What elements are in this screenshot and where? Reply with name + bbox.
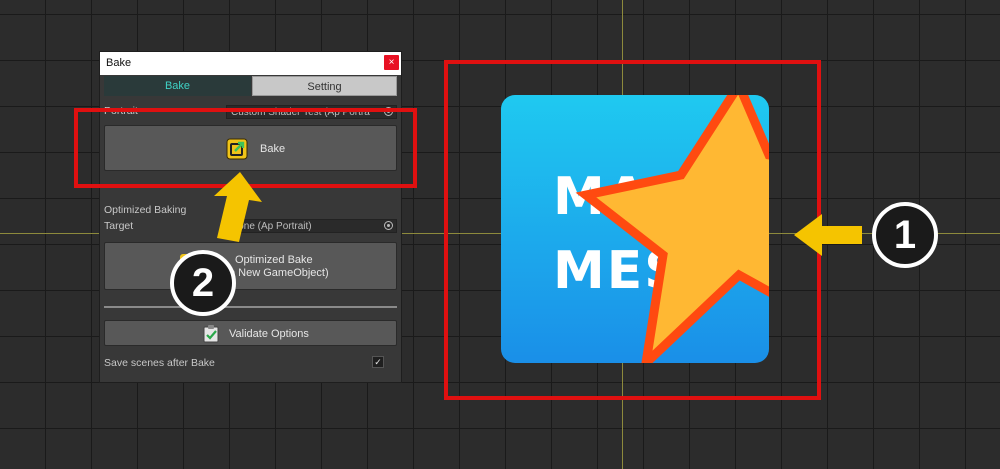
tab-bake[interactable]: Bake: [104, 76, 251, 96]
baked-mesh-logo: MA MES: [501, 95, 769, 363]
validate-options-label: Validate Options: [229, 328, 309, 340]
section-divider: [104, 306, 397, 308]
optimized-baking-label: Optimized Baking: [104, 204, 187, 216]
callout-1: 1: [872, 202, 938, 268]
callout-2: 2: [170, 250, 236, 316]
target-label: Target: [104, 220, 134, 232]
save-scenes-checkbox[interactable]: ✓: [372, 356, 384, 368]
save-scenes-label: Save scenes after Bake: [104, 357, 215, 369]
tab-setting[interactable]: Setting: [252, 76, 397, 96]
optimized-bake-label-line1: Optimized Bake: [235, 254, 313, 266]
star-icon: [575, 95, 769, 363]
window-title: Bake: [106, 57, 132, 69]
arrow-up-icon: [214, 172, 262, 242]
window-titlebar[interactable]: Bake ×: [100, 52, 401, 75]
optimized-bake-button[interactable]: Optimized Bake e New GameObject): [104, 242, 397, 290]
arrow-left-icon: [794, 214, 862, 256]
validate-options-button[interactable]: Validate Options: [104, 320, 397, 346]
object-picker-icon[interactable]: [384, 221, 393, 230]
optimized-bake-label-line2: e New GameObject): [229, 267, 329, 279]
clipboard-check-icon: [203, 325, 219, 343]
tab-bar: Bake Setting: [100, 76, 401, 98]
close-button[interactable]: ×: [384, 55, 399, 70]
